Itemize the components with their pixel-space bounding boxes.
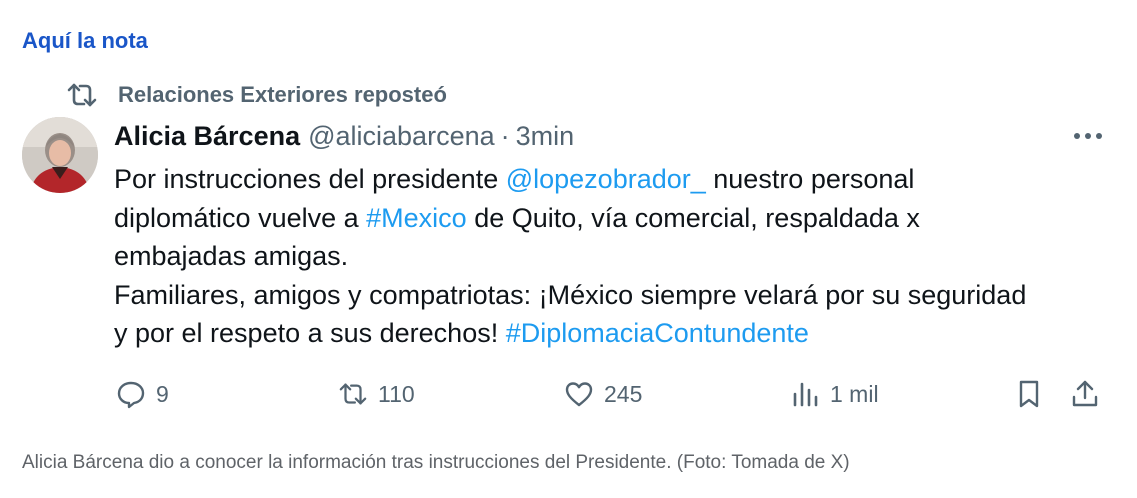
more-icon bbox=[1074, 133, 1102, 139]
reply-button[interactable]: 9 bbox=[116, 374, 169, 414]
separator-dot: · bbox=[500, 120, 510, 151]
bookmark-button[interactable] bbox=[1014, 374, 1054, 414]
tweet-line: Familiares, amigos y compatriotas: ¡Méxi… bbox=[114, 279, 1027, 310]
mention-link[interactable]: @lopezobrador_ bbox=[506, 164, 706, 194]
text-segment: Por instrucciones del presidente bbox=[114, 164, 506, 194]
like-button[interactable]: 245 bbox=[564, 374, 642, 414]
reply-count: 9 bbox=[156, 380, 169, 407]
heart-icon bbox=[565, 382, 593, 407]
tweet-header: Alicia Bárcena @aliciabarcena · 3min bbox=[114, 118, 574, 154]
text-segment: nuestro personal bbox=[705, 164, 915, 194]
views-icon bbox=[793, 382, 818, 407]
tweet-line: y por el respeto a sus derechos! #Diplom… bbox=[114, 314, 1114, 353]
bookmark-icon bbox=[1019, 380, 1039, 408]
text-segment: diplomático vuelve a bbox=[114, 202, 367, 233]
like-count: 245 bbox=[604, 380, 643, 407]
share-button[interactable] bbox=[1070, 374, 1110, 414]
more-button[interactable] bbox=[1068, 122, 1108, 150]
hashtag-link[interactable]: #Mexico bbox=[366, 203, 467, 233]
note-link[interactable]: Aquí la nota bbox=[22, 28, 148, 54]
author-handle[interactable]: @aliciabarcena bbox=[308, 121, 495, 152]
reply-icon bbox=[117, 381, 145, 409]
repost-icon bbox=[339, 383, 367, 405]
text-segment: de Quito, vía comercial, respaldada x bbox=[466, 202, 920, 233]
author-name[interactable]: Alicia Bárcena bbox=[114, 121, 300, 152]
photo-caption: Alicia Bárcena dio a conocer la informac… bbox=[22, 452, 850, 473]
repost-context: Relaciones Exteriores reposteó bbox=[66, 80, 447, 110]
tweet-line: Por instrucciones del presidente @lopezo… bbox=[114, 160, 1114, 199]
repost-icon bbox=[67, 83, 97, 107]
repost-button[interactable]: 110 bbox=[338, 374, 415, 414]
text-segment: y por el respeto a sus derechos! bbox=[114, 318, 506, 348]
views-count: 1 mil bbox=[830, 380, 879, 407]
action-bar: 9 110 245 1 mil bbox=[114, 374, 1114, 414]
share-icon bbox=[1072, 380, 1098, 407]
views-button[interactable]: 1 mil bbox=[790, 374, 879, 414]
timestamp[interactable]: 3min bbox=[516, 121, 575, 152]
avatar[interactable] bbox=[22, 117, 98, 193]
repost-label: Relaciones Exteriores reposteó bbox=[118, 82, 447, 107]
hashtag-link[interactable]: #DiplomaciaContundente bbox=[506, 318, 809, 348]
tweet-text: Por instrucciones del presidente @lopezo… bbox=[114, 160, 1114, 353]
repost-count: 110 bbox=[378, 380, 415, 407]
tweet-line: diplomático vuelve a #Mexico de Quito, v… bbox=[114, 199, 1114, 238]
tweet-line: embajadas amigas. bbox=[114, 241, 349, 271]
